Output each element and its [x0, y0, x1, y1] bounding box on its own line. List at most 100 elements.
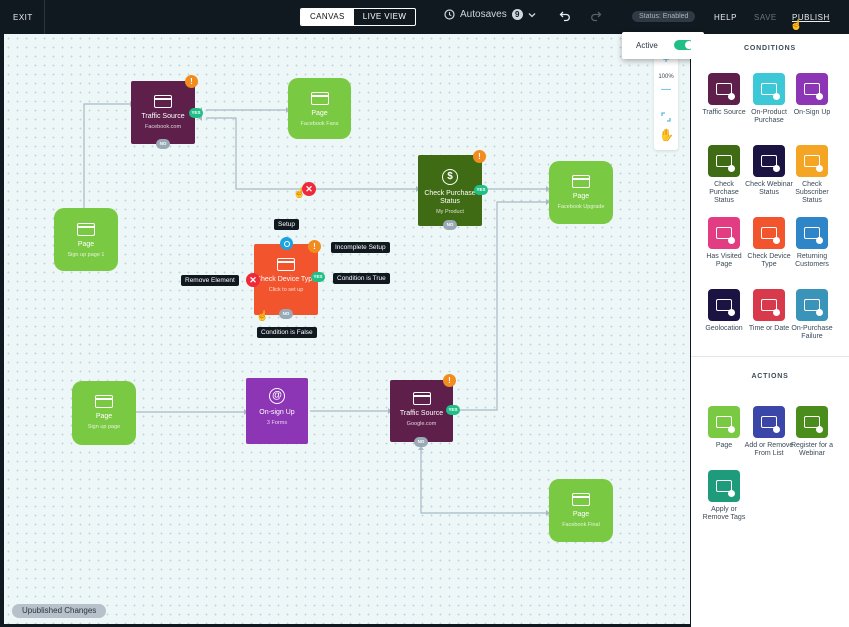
yes-pill[interactable]: YES — [189, 108, 203, 118]
no-pill[interactable]: NO — [414, 437, 428, 447]
tile-icon — [708, 406, 740, 438]
tile-apply-or-remove-tags[interactable]: Apply or Remove Tags — [699, 470, 749, 522]
no-pill[interactable]: NO — [443, 220, 457, 230]
tile-page[interactable]: Page — [699, 406, 749, 450]
zoom-controls: + 100% — ✋ — [654, 48, 678, 150]
pan-hand-icon[interactable]: ✋ — [659, 128, 674, 142]
node-page-signup-1[interactable]: Page Sign up page 1 — [54, 208, 118, 271]
tile-icon — [708, 73, 740, 105]
tile-label: Page — [715, 442, 733, 449]
check-icon — [728, 165, 735, 172]
node-on-sign-up[interactable]: @ On-sign Up 3 Forms — [246, 378, 308, 444]
tile-icon — [708, 145, 740, 177]
tile-icon — [796, 73, 828, 105]
warning-badge[interactable]: ! — [473, 150, 486, 163]
node-subtitle: Google.com — [406, 421, 437, 427]
warning-badge[interactable]: ! — [185, 75, 198, 88]
check-icon — [728, 490, 735, 497]
node-title: On-sign Up — [259, 409, 295, 416]
zoom-out-button[interactable]: — — [654, 84, 678, 95]
no-pill[interactable]: NO — [156, 139, 170, 149]
tile-on-sign-up[interactable]: On-Sign Up — [787, 73, 837, 117]
node-subtitle: My Product — [436, 209, 464, 215]
tooltip-setup: Setup — [274, 219, 299, 230]
check-icon — [816, 93, 823, 100]
tile-label: Returning Customers — [795, 253, 829, 268]
connector-signup1-traffic1 — [83, 103, 130, 208]
node-subtitle: Click to set up — [268, 287, 304, 293]
node-subtitle: Facebook Fans — [300, 121, 339, 127]
hand-cursor-icon: ☝ — [293, 188, 306, 199]
active-label: Active — [636, 41, 658, 50]
node-subtitle: Facebook Upgrade — [557, 204, 605, 210]
tile-on-purchase-failure[interactable]: On-Purchase Failure — [787, 289, 837, 341]
warning-badge[interactable]: ! — [443, 374, 456, 387]
tooltip-incomplete-setup: Incomplete Setup — [331, 242, 390, 253]
tile-label: On-Purchase Failure — [791, 325, 833, 340]
traffic-source-icon — [154, 95, 172, 108]
tile-icon — [753, 217, 785, 249]
tile-label: Traffic Source — [702, 109, 746, 116]
hand-cursor-icon: ☝ — [256, 311, 269, 322]
tile-icon — [796, 217, 828, 249]
node-subtitle: Sign up page — [87, 424, 121, 430]
element-panel: CONDITIONS Traffic Source On-Product Purc… — [691, 34, 849, 627]
fit-screen-icon[interactable] — [661, 112, 671, 122]
tile-register-for-a-webinar[interactable]: Register for a Webinar — [787, 406, 837, 458]
page-icon — [77, 223, 95, 236]
node-subtitle: Sign up page 1 — [67, 252, 105, 258]
check-icon — [728, 237, 735, 244]
yes-pill[interactable]: YES — [311, 272, 325, 282]
yes-pill[interactable]: YES — [474, 185, 488, 195]
tile-icon — [708, 289, 740, 321]
tile-label: Has Visited Page — [706, 253, 742, 268]
tile-icon — [753, 406, 785, 438]
tile-check-purchase-status[interactable]: Check Purchase Status — [699, 145, 749, 205]
node-page-facebook-fans[interactable]: Page Facebook Fans — [288, 78, 351, 139]
check-icon — [816, 165, 823, 172]
node-page-facebook-upgrade[interactable]: Page Facebook Upgrade — [549, 161, 613, 224]
node-title: Check Purchase Status — [424, 190, 476, 205]
node-traffic-source-google[interactable]: Traffic Source Google.com — [390, 380, 453, 442]
node-title: Traffic Source — [399, 410, 444, 417]
check-icon — [728, 426, 735, 433]
node-page-signup[interactable]: Page Sign up page — [72, 381, 136, 445]
dollar-icon: $ — [442, 169, 458, 185]
node-check-purchase-status[interactable]: $ Check Purchase Status My Product — [418, 155, 482, 226]
connector-traffic2-upgrade — [459, 201, 546, 411]
tile-label: Apply or Remove Tags — [702, 506, 746, 521]
tile-label: Check Subscriber Status — [795, 181, 829, 204]
node-page-facebook-final[interactable]: Page Facebook Final — [549, 479, 613, 542]
gear-icon[interactable] — [280, 237, 293, 250]
check-icon — [773, 426, 780, 433]
warning-badge[interactable]: ! — [308, 240, 321, 253]
tile-geolocation[interactable]: Geolocation — [699, 289, 749, 333]
tile-has-visited-page[interactable]: Has Visited Page — [699, 217, 749, 269]
page-icon — [310, 92, 329, 105]
tile-traffic-source[interactable]: Traffic Source — [699, 73, 749, 117]
tile-icon — [753, 289, 785, 321]
tile-check-subscriber-status[interactable]: Check Subscriber Status — [787, 145, 837, 205]
tile-icon — [753, 73, 785, 105]
check-icon — [728, 309, 735, 316]
conditions-heading: CONDITIONS — [744, 45, 796, 52]
hand-cursor-icon: ☝ — [790, 20, 803, 31]
node-title: Page — [572, 511, 590, 518]
tile-icon — [708, 217, 740, 249]
no-pill[interactable]: NO — [279, 309, 293, 319]
tile-icon — [796, 145, 828, 177]
node-subtitle: 3 Forms — [266, 420, 288, 426]
remove-element-button[interactable]: ✕ — [246, 273, 260, 287]
yes-pill[interactable]: YES — [446, 405, 460, 415]
unpublished-changes-badge[interactable]: Upublished Changes — [12, 604, 107, 618]
node-check-device-type[interactable]: Check Device Type Click to set up — [254, 244, 318, 315]
node-title: Traffic Source — [141, 113, 185, 120]
tile-returning-customers[interactable]: Returning Customers — [787, 217, 837, 269]
node-title: Page — [572, 193, 590, 200]
node-traffic-source-facebook[interactable]: Traffic Source Facebook.com — [131, 81, 195, 144]
node-subtitle: Facebook Final — [562, 522, 600, 528]
check-icon — [773, 165, 780, 172]
tile-label: On-Sign Up — [793, 109, 831, 116]
page-icon — [572, 493, 590, 506]
check-icon — [773, 237, 780, 244]
